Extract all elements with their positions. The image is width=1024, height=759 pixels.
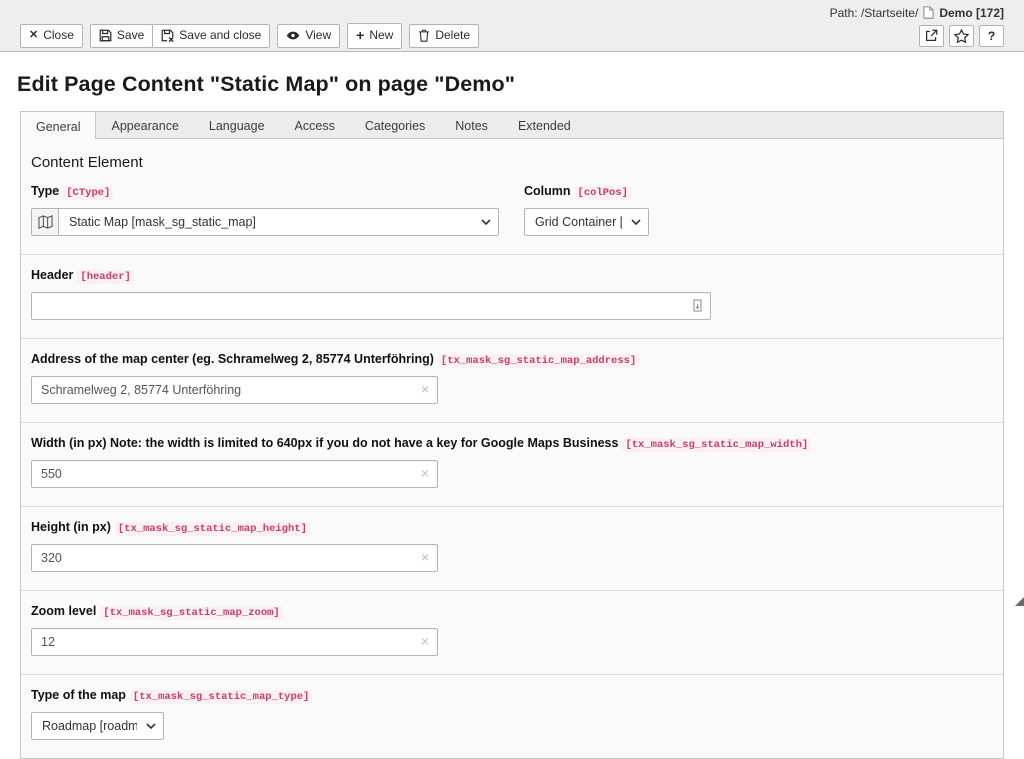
view-icon bbox=[286, 30, 300, 41]
plus-icon: + bbox=[356, 27, 364, 44]
breadcrumb: Path: /Startseite/ Demo [172] bbox=[20, 3, 1004, 22]
question-mark-icon: ? bbox=[988, 29, 995, 43]
address-input[interactable] bbox=[31, 376, 438, 404]
tab-language[interactable]: Language bbox=[194, 112, 280, 138]
tab-notes[interactable]: Notes bbox=[440, 112, 503, 138]
tab-access[interactable]: Access bbox=[280, 112, 350, 138]
height-label: Height (in px)[tx_mask_sg_static_map_hei… bbox=[31, 520, 993, 535]
clear-icon[interactable]: × bbox=[421, 633, 429, 650]
map-type-label: Type of the map[tx_mask_sg_static_map_ty… bbox=[31, 688, 993, 703]
zoom-label: Zoom level[tx_mask_sg_static_map_zoom] bbox=[31, 604, 993, 619]
type-select[interactable]: Static Map [mask_sg_static_map] bbox=[58, 208, 499, 236]
open-in-new-window-button[interactable] bbox=[919, 25, 944, 47]
address-code: [tx_mask_sg_static_map_address] bbox=[438, 354, 639, 368]
height-code: [tx_mask_sg_static_map_height] bbox=[115, 522, 310, 536]
section-zoom: Zoom level[tx_mask_sg_static_map_zoom] × bbox=[21, 591, 1003, 675]
width-label: Width (in px) Note: the width is limited… bbox=[31, 436, 993, 451]
page-title: Edit Page Content "Static Map" on page "… bbox=[17, 72, 1004, 97]
type-select-group: Static Map [mask_sg_static_map] bbox=[31, 208, 499, 236]
clear-icon[interactable]: × bbox=[421, 549, 429, 566]
doc-header-actions: ? bbox=[919, 25, 1004, 47]
header-input[interactable] bbox=[31, 292, 711, 320]
close-icon: ✕ bbox=[29, 29, 38, 42]
tab-appearance[interactable]: Appearance bbox=[96, 112, 193, 138]
map-type-code: [tx_mask_sg_static_map_type] bbox=[130, 690, 312, 704]
type-label: Type[CType] bbox=[31, 184, 499, 199]
clipped-ui-artifact bbox=[1015, 597, 1024, 606]
section-content-element: Content Element Type[CType] Static Map [… bbox=[21, 139, 1003, 255]
map-type-select[interactable]: Roadmap [roadmap] bbox=[31, 712, 164, 740]
close-button[interactable]: ✕ Close bbox=[20, 24, 83, 47]
help-button[interactable]: ? bbox=[979, 25, 1004, 47]
bookmark-button[interactable] bbox=[949, 25, 974, 47]
doc-header: Path: /Startseite/ Demo [172] ✕ Close Sa… bbox=[0, 0, 1024, 52]
clear-icon[interactable]: × bbox=[421, 465, 429, 482]
section-heading: Content Element bbox=[31, 154, 993, 171]
tab-categories[interactable]: Categories bbox=[350, 112, 440, 138]
section-address: Address of the map center (eg. Schramelw… bbox=[21, 339, 1003, 423]
record-icon bbox=[693, 299, 702, 312]
section-header: Header[header] bbox=[21, 255, 1003, 339]
column-code: [colPos] bbox=[575, 186, 631, 200]
save-icon bbox=[99, 29, 112, 42]
toolbar: ✕ Close Save Save and close bbox=[20, 23, 479, 49]
delete-button[interactable]: Delete bbox=[409, 24, 479, 47]
zoom-input[interactable] bbox=[31, 628, 438, 656]
form-panel: Content Element Type[CType] Static Map [… bbox=[20, 139, 1004, 759]
external-link-icon bbox=[925, 29, 938, 42]
save-and-close-button[interactable]: Save and close bbox=[152, 24, 270, 47]
tab-extended[interactable]: Extended bbox=[503, 112, 586, 138]
column-select[interactable]: Grid Container [-1] bbox=[524, 208, 649, 236]
trash-icon bbox=[418, 29, 430, 42]
zoom-code: [tx_mask_sg_static_map_zoom] bbox=[100, 606, 282, 620]
new-button[interactable]: + New bbox=[347, 23, 402, 49]
width-input[interactable] bbox=[31, 460, 438, 488]
breadcrumb-path: Path: /Startseite/ bbox=[830, 6, 919, 20]
tab-general[interactable]: General bbox=[20, 111, 96, 139]
page-icon bbox=[923, 6, 934, 19]
clear-icon[interactable]: × bbox=[421, 381, 429, 398]
type-code: [CType] bbox=[63, 186, 113, 200]
section-width: Width (in px) Note: the width is limited… bbox=[21, 423, 1003, 507]
address-label: Address of the map center (eg. Schramelw… bbox=[31, 352, 993, 367]
breadcrumb-page-title: Demo [172] bbox=[939, 6, 1004, 20]
save-close-icon bbox=[161, 29, 174, 42]
star-icon bbox=[954, 29, 969, 43]
save-button[interactable]: Save bbox=[90, 24, 153, 47]
tab-bar: General Appearance Language Access Categ… bbox=[20, 111, 1004, 139]
width-code: [tx_mask_sg_static_map_width] bbox=[622, 438, 811, 452]
view-button[interactable]: View bbox=[277, 24, 340, 47]
header-code: [header] bbox=[77, 270, 133, 284]
map-icon bbox=[31, 208, 59, 236]
header-label: Header[header] bbox=[31, 268, 993, 283]
height-input[interactable] bbox=[31, 544, 438, 572]
column-label: Column[colPos] bbox=[524, 184, 649, 199]
section-height: Height (in px)[tx_mask_sg_static_map_hei… bbox=[21, 507, 1003, 591]
